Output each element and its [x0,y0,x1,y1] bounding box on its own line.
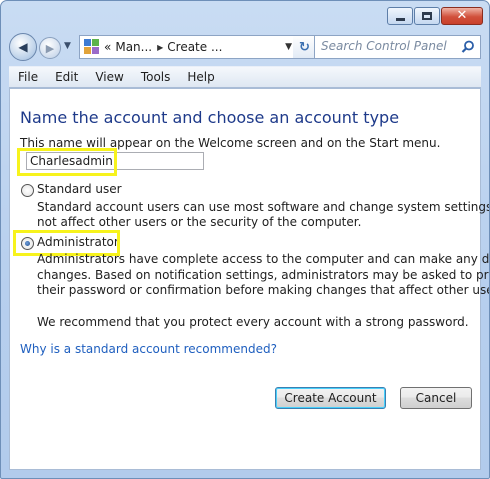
control-panel-icon [84,39,100,55]
standard-account-help-link[interactable]: Why is a standard account recommended? [20,342,277,356]
standard-user-description-2: not affect other users or the security o… [37,215,362,229]
address-bar[interactable]: « Man... ▶ Create ... ▼ [79,35,299,59]
breadcrumb-create-account[interactable]: Create ... [167,40,222,54]
create-account-button[interactable]: Create Account [275,387,386,409]
breadcrumb-separator-icon[interactable]: ▶ [157,43,163,52]
administrator-description-3: their password or confirmation before ma… [37,283,490,297]
back-arrow-icon: ◀ [18,40,28,54]
chevron-down-icon: ▼ [64,41,71,51]
maximize-button[interactable] [414,7,440,25]
create-account-panel: Name the account and choose an account t… [9,88,489,470]
menu-bar: File Edit View Tools Help [9,66,481,88]
navigation-bar: ◀ ▶ ▼ « Man... ▶ Create ... ▼ ↻ Search C… [9,32,481,62]
minimize-icon [395,18,405,21]
forward-button[interactable]: ▶ [39,37,61,59]
search-icon[interactable] [461,40,475,54]
menu-help[interactable]: Help [178,70,222,84]
highlight-name-field [17,148,117,176]
administrator-description-1: Administrators have complete access to t… [37,252,490,266]
standard-user-label[interactable]: Standard user [37,182,122,196]
standard-user-radio[interactable] [21,184,34,197]
close-button[interactable]: ✕ [441,7,483,25]
cancel-button[interactable]: Cancel [400,387,472,409]
menu-tools[interactable]: Tools [132,70,179,84]
close-icon: ✕ [456,8,468,23]
menu-file[interactable]: File [9,70,46,84]
breadcrumb-manage-accounts[interactable]: Man... [115,40,152,54]
standard-user-description-1: Standard account users can use most soft… [37,200,490,214]
search-input[interactable]: Search Control Panel [314,35,481,59]
page-title: Name the account and choose an account t… [20,108,400,127]
menu-edit[interactable]: Edit [46,70,86,84]
address-dropdown-icon[interactable]: ▼ [285,42,292,52]
administrator-description-2: changes. Based on notification settings,… [37,268,490,282]
back-button[interactable]: ◀ [9,33,37,61]
minimize-button[interactable] [387,7,413,25]
refresh-icon: ↻ [299,39,310,55]
menu-view[interactable]: View [86,70,131,84]
search-placeholder: Search Control Panel [321,39,447,53]
password-recommendation: We recommend that you protect every acco… [37,315,469,329]
recent-pages-button[interactable]: ▼ [64,41,71,51]
control-panel-window: ✕ ◀ ▶ ▼ « Man... ▶ Create ... ▼ ↻ Search… [0,0,490,479]
maximize-icon [422,12,432,20]
caption-buttons: ✕ [387,7,483,25]
forward-arrow-icon: ▶ [45,41,55,55]
breadcrumb-overflow[interactable]: « [104,40,111,54]
